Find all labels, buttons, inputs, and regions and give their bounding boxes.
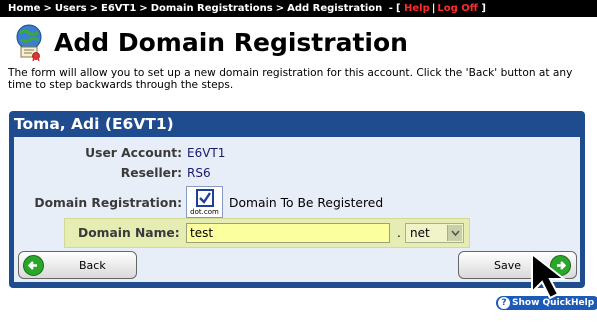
domain-registration-label: Domain Registration: xyxy=(34,196,182,210)
dotcom-checkbox[interactable]: dot.com xyxy=(186,186,223,218)
breadcrumb-domain-registrations[interactable]: Domain Registrations xyxy=(151,3,273,14)
domain-to-be-registered-label: Domain To Be Registered xyxy=(229,196,384,210)
intro-text: The form will allow you to set up a new … xyxy=(8,67,573,91)
reseller-label: Reseller: xyxy=(120,166,182,180)
save-button-label: Save xyxy=(494,259,522,272)
globe-certificate-icon xyxy=(16,24,42,61)
back-button-label: Back xyxy=(79,259,106,272)
breadcrumb-separator: > xyxy=(139,3,148,14)
breadcrumb-separator: > xyxy=(89,3,98,14)
breadcrumb-user[interactable]: E6VT1 xyxy=(101,3,136,14)
checkbox-icon xyxy=(196,189,214,207)
logoff-link[interactable]: Log Off xyxy=(437,3,477,14)
cursor-icon xyxy=(531,252,567,300)
back-arrow-icon xyxy=(23,255,44,276)
breadcrumb-separator: > xyxy=(275,3,285,14)
breadcrumb-separator: > xyxy=(43,3,52,14)
user-account-label: User Account: xyxy=(85,146,182,160)
tld-dot: . xyxy=(397,226,401,240)
breadcrumb-close-bracket: ] xyxy=(481,3,486,14)
back-button[interactable]: Back xyxy=(18,251,137,279)
page-header: Add Domain Registration xyxy=(12,22,408,62)
user-account-value: E6VT1 xyxy=(187,146,226,160)
breadcrumb-bar: Home > Users > E6VT1 > Domain Registrations > Ad… xyxy=(0,0,597,17)
page-title: Add Domain Registration xyxy=(54,27,408,57)
tld-select[interactable]: net xyxy=(405,223,464,243)
reseller-value: RS6 xyxy=(187,166,211,180)
domain-name-label: Domain Name: xyxy=(78,226,180,240)
chevron-down-icon xyxy=(447,225,462,241)
help-link[interactable]: Help xyxy=(404,3,430,14)
panel-header: Toma, Adi (E6VT1) xyxy=(14,115,174,133)
breadcrumb-users[interactable]: Users xyxy=(55,3,87,14)
breadcrumb-home[interactable]: Home xyxy=(8,3,40,14)
help-icon: ? xyxy=(498,297,510,309)
tld-selected-value: net xyxy=(410,226,430,240)
dotcom-badge: dot.com xyxy=(190,208,219,216)
breadcrumb-open-bracket: [ xyxy=(395,3,401,14)
breadcrumb-dash: - xyxy=(388,3,393,14)
breadcrumb-current: Add Registration xyxy=(287,3,383,14)
domain-name-input[interactable] xyxy=(186,223,390,243)
